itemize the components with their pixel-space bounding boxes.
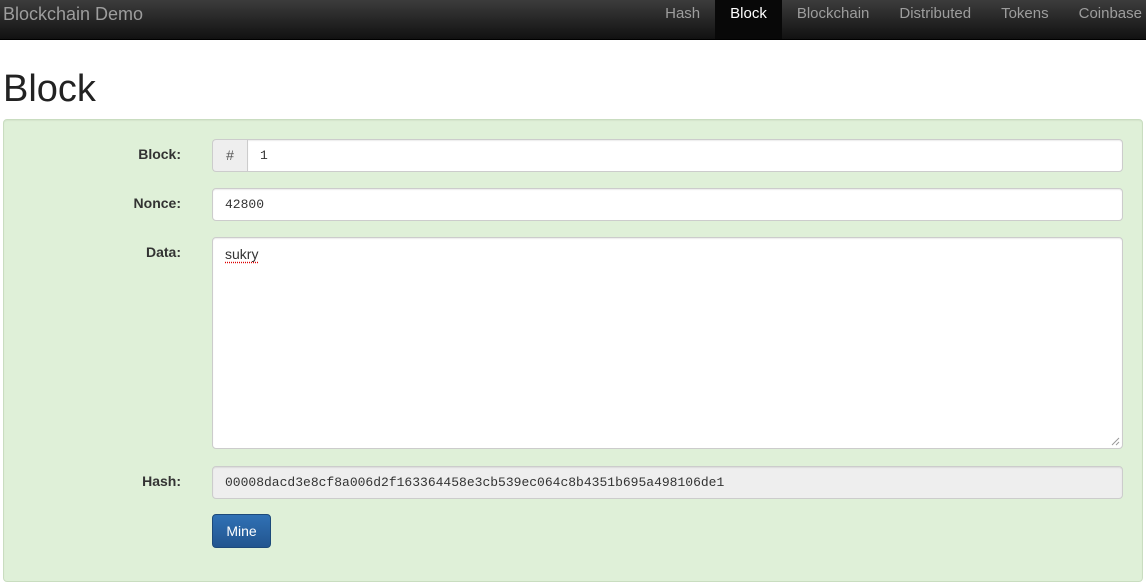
hash-output: 00008dacd3e8cf8a006d2f163364458e3cb539ec… <box>212 466 1123 499</box>
block-number-group: # 1 <box>212 139 1123 172</box>
hash-label: Hash: <box>142 473 181 489</box>
top-navbar: Blockchain Demo Hash Block Blockchain Di… <box>0 0 1146 40</box>
hash-symbol-addon: # <box>212 139 247 172</box>
nonce-input[interactable]: 42800 <box>212 188 1123 221</box>
nav-item-block[interactable]: Block <box>715 0 782 39</box>
nonce-label: Nonce: <box>133 195 181 211</box>
data-textarea[interactable]: sukry <box>212 237 1123 449</box>
mine-button[interactable]: Mine <box>212 514 271 548</box>
page-title: Block <box>3 68 96 110</box>
block-number-input[interactable]: 1 <box>247 139 1123 172</box>
block-panel: Block: # 1 Nonce: 42800 Data: sukry Hash… <box>3 119 1143 582</box>
nav-menu: Hash Block Blockchain Distributed Tokens… <box>650 0 1146 39</box>
brand-link[interactable]: Blockchain Demo <box>3 0 143 39</box>
resize-handle-icon[interactable] <box>1110 436 1120 446</box>
data-text: sukry <box>225 246 259 262</box>
nav-item-coinbase[interactable]: Coinbase <box>1064 0 1146 39</box>
block-label: Block: <box>138 146 181 162</box>
nav-item-tokens[interactable]: Tokens <box>986 0 1064 39</box>
nav-item-distributed[interactable]: Distributed <box>884 0 986 39</box>
nav-item-hash[interactable]: Hash <box>650 0 715 39</box>
data-label: Data: <box>145 244 181 260</box>
nav-item-blockchain[interactable]: Blockchain <box>782 0 885 39</box>
